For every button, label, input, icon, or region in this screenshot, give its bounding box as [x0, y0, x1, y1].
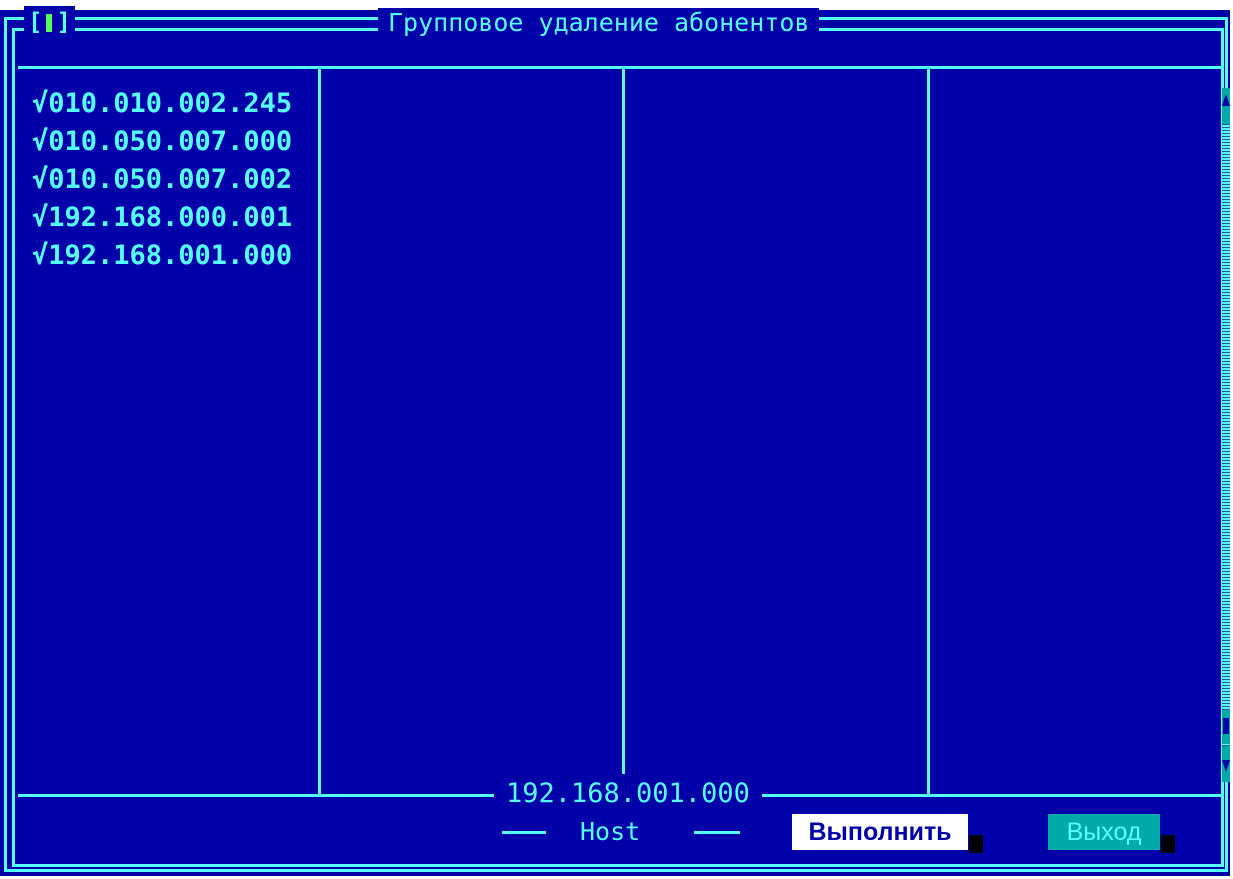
host-label-dash-left: [502, 831, 546, 834]
close-bracket-right: ]: [56, 8, 71, 36]
scroll-down-icon[interactable]: [1222, 746, 1230, 782]
title-bar: [] Групповое удаление абонентов: [0, 6, 1230, 38]
close-button[interactable]: []: [24, 6, 75, 38]
subscriber-list: √010.010.002.245 √010.050.007.000 √010.0…: [32, 85, 292, 275]
screen: [] Групповое удаление абонентов √010.010…: [0, 0, 1233, 879]
dialog-title: Групповое удаление абонентов: [378, 8, 820, 38]
column-divider-3: [927, 68, 930, 796]
exit-button[interactable]: Выход: [1048, 814, 1160, 850]
host-label-dash-right: [694, 831, 740, 834]
execute-button-shadow: [969, 835, 983, 853]
column-divider-2: [622, 68, 625, 774]
close-bracket-left: [: [28, 8, 43, 36]
exit-button-shadow: [1161, 835, 1175, 853]
scroll-up-icon[interactable]: [1222, 88, 1230, 124]
list-item[interactable]: √010.050.007.000: [32, 123, 292, 161]
table-top-divider: [18, 66, 1222, 69]
list-item[interactable]: √010.050.007.002: [32, 161, 292, 199]
current-address: 192.168.001.000: [494, 777, 762, 811]
list-item[interactable]: √010.010.002.245: [32, 85, 292, 123]
scroll-thumb[interactable]: [1222, 710, 1230, 744]
execute-button[interactable]: Выполнить: [792, 814, 968, 850]
list-item[interactable]: √192.168.001.000: [32, 237, 292, 275]
host-label: Host: [580, 817, 641, 846]
vertical-scrollbar[interactable]: [1222, 88, 1230, 782]
column-divider-1: [318, 68, 321, 796]
close-icon: [46, 14, 53, 32]
bulk-delete-dialog: [] Групповое удаление абонентов √010.010…: [0, 6, 1230, 876]
list-item[interactable]: √192.168.000.001: [32, 199, 292, 237]
